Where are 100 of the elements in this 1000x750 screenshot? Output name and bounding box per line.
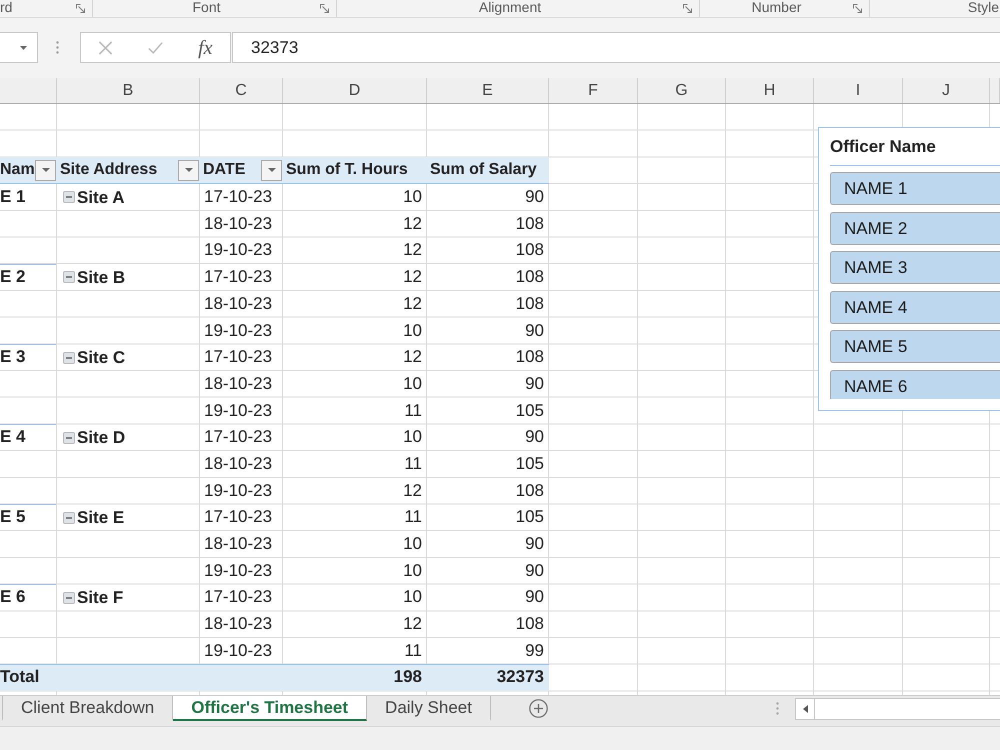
table-cell-text: 11 — [403, 400, 423, 422]
dropdown-caret-icon — [184, 168, 192, 172]
slicer-item[interactable]: NAME 5 — [830, 330, 1000, 363]
corner-arrow-icon[interactable] — [320, 4, 329, 13]
filter-button[interactable] — [178, 160, 199, 181]
ribbon-group-label: Font — [192, 0, 220, 14]
column-header[interactable]: I — [814, 78, 903, 103]
scroll-left-button[interactable] — [795, 698, 815, 720]
insert-function-button[interactable]: fx — [198, 38, 213, 58]
table-cell-text: 17-10-23 — [203, 266, 274, 288]
table-cell-text: 10 — [402, 320, 423, 342]
slicer-item[interactable]: NAME 6 — [830, 370, 1000, 399]
minus-box-icon[interactable] — [63, 432, 75, 444]
table-cell-text: 105 — [514, 452, 545, 475]
table-cell-text: 108 — [514, 480, 545, 502]
table-cell-text: 105 — [514, 400, 545, 422]
table-cell: E 2 — [0, 264, 56, 291]
table-cell-text: 12 — [402, 613, 423, 636]
column-header[interactable]: G — [638, 78, 726, 103]
table-cell-text: 19-10-23 — [203, 560, 274, 582]
corner-arrow-icon[interactable] — [76, 4, 85, 13]
table-cell-text: 19-10-23 — [203, 480, 274, 502]
table-cell: E 5 — [0, 504, 56, 531]
column-header[interactable]: H — [726, 78, 814, 103]
formula-input[interactable]: 32373 — [232, 32, 1000, 63]
table-cell-text: 90 — [524, 586, 545, 608]
table-cell-text: 11 — [403, 506, 423, 528]
plus-circle-icon[interactable] — [528, 699, 548, 718]
slicer-item[interactable]: NAME 1 — [830, 172, 1000, 205]
column-heading: Sum of T. Hours — [286, 161, 408, 180]
table-cell-text: E 1 — [0, 186, 27, 208]
table-cell-text: 12 — [402, 212, 423, 235]
table-cell-text: 19-10-23 — [203, 640, 274, 662]
table-cell-text: 10 — [402, 533, 423, 555]
column-header[interactable]: F — [549, 78, 638, 103]
slicer-title: Officer Name — [830, 137, 936, 157]
column-header[interactable]: J — [903, 78, 990, 103]
minus-box-icon[interactable] — [63, 271, 75, 284]
table-cell-text: 18-10-23 — [203, 212, 274, 235]
table-cell-text: 12 — [402, 266, 423, 288]
minus-box-icon[interactable] — [63, 191, 75, 204]
ribbon-group-label: rd — [0, 0, 12, 14]
slicer-item[interactable]: NAME 3 — [830, 251, 1000, 284]
table-cell-text: 18-10-23 — [203, 452, 274, 475]
filter-button[interactable] — [261, 160, 282, 181]
column-heading: Sum of Salary — [430, 161, 537, 180]
table-cell-text: 198 — [392, 666, 423, 688]
vertical-dots-icon[interactable] — [776, 702, 779, 715]
vertical-dots-icon[interactable] — [56, 41, 59, 54]
table-cell-text: 108 — [514, 292, 545, 315]
table-cell-text: 108 — [514, 266, 545, 288]
corner-arrow-icon[interactable] — [682, 4, 692, 13]
slicer-item[interactable]: NAME 4 — [830, 290, 1000, 324]
dropdown-caret-icon — [42, 168, 50, 172]
site-name: Site A — [77, 186, 125, 209]
table-cell-text: 108 — [514, 212, 545, 235]
column-heading: Nam — [0, 161, 35, 180]
ribbon-group-label: Number — [752, 0, 802, 14]
table-cell-text: 12 — [402, 239, 423, 262]
site-name: Site D — [77, 426, 126, 449]
table-cell-text: 11 — [403, 640, 423, 662]
table-cell-text: 17-10-23 — [203, 586, 274, 608]
site-name: Site F — [77, 586, 124, 609]
table-cell-text: 90 — [524, 320, 545, 342]
table-cell-text: 12 — [402, 346, 423, 368]
column-header[interactable]: D — [283, 78, 427, 103]
column-heading: DATE — [203, 161, 246, 180]
filter-button[interactable] — [35, 160, 56, 181]
table-cell-text: 90 — [524, 186, 545, 208]
minus-box-icon[interactable] — [63, 592, 75, 604]
table-cell-text: 108 — [514, 346, 545, 368]
check-icon[interactable] — [148, 40, 164, 54]
table-cell-text: 32373 — [496, 666, 545, 688]
table-cell-text: 10 — [402, 426, 423, 448]
table-cell-text: 10 — [402, 560, 423, 582]
column-header[interactable]: E — [427, 78, 549, 103]
table-cell-text: 11 — [403, 452, 423, 475]
table-cell-text: 18-10-23 — [203, 372, 274, 395]
table-cell-text: 17-10-23 — [203, 346, 274, 368]
column-header[interactable]: C — [200, 78, 283, 103]
table-cell-text: 108 — [514, 613, 545, 636]
corner-arrow-icon[interactable] — [852, 4, 862, 13]
column-header[interactable]: B — [57, 78, 200, 103]
sheet-tab[interactable]: Officer's Timesheet — [173, 696, 368, 721]
table-cell-text: 17-10-23 — [203, 426, 274, 448]
slicer-item[interactable]: NAME 2 — [830, 212, 1000, 244]
table-cell: E 3 — [0, 344, 56, 371]
site-name: Site E — [77, 506, 124, 529]
table-cell-text: 18-10-23 — [203, 533, 274, 555]
ribbon-group-label: Alignment — [478, 0, 542, 14]
minus-box-icon[interactable] — [63, 352, 75, 364]
table-cell-text: 19-10-23 — [203, 400, 274, 422]
table-cell-text: 90 — [524, 533, 545, 555]
column-heading: Site Address — [60, 161, 158, 180]
table-cell-text: 19-10-23 — [203, 320, 274, 342]
table-cell-text: Total — [0, 666, 40, 688]
table-cell-text: 99 — [524, 640, 545, 662]
sheet-tab[interactable]: Daily Sheet — [367, 696, 491, 721]
table-cell-text: 90 — [524, 426, 545, 448]
minus-box-icon[interactable] — [63, 512, 75, 524]
